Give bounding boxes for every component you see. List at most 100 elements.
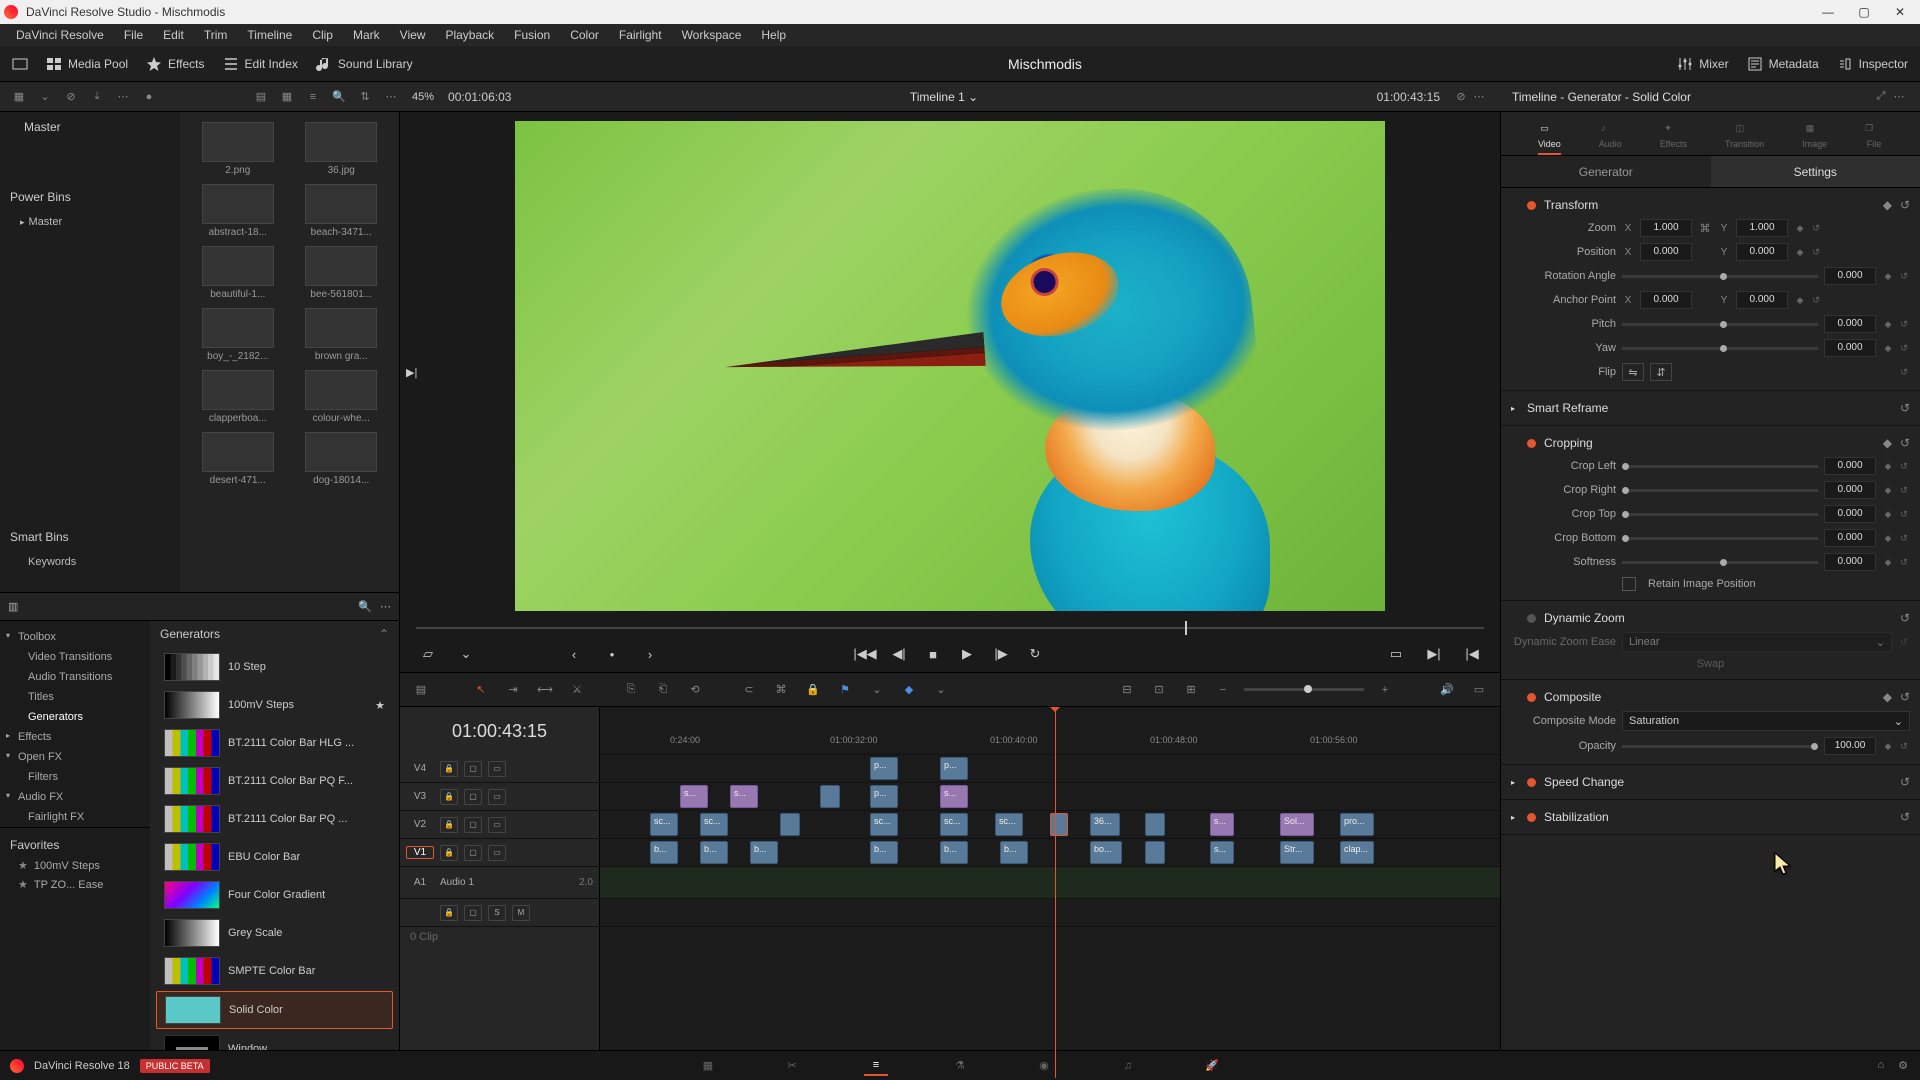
metadata-button[interactable]: Metadata (1747, 56, 1819, 72)
tree-filters[interactable]: Filters (0, 767, 150, 787)
timeline-clip[interactable]: b... (1000, 841, 1028, 864)
crop-left-input[interactable]: 0.000 (1824, 457, 1876, 475)
anchor-y-input[interactable]: 0.000 (1736, 291, 1788, 309)
match-frame-icon[interactable]: ▭ (1382, 642, 1410, 666)
rotation-slider[interactable] (1622, 275, 1818, 278)
menu-edit[interactable]: Edit (155, 25, 192, 45)
timeline-clip[interactable]: b... (700, 841, 728, 864)
timeline-clip[interactable]: clap... (1340, 841, 1374, 864)
play-button[interactable]: ▶ (953, 642, 981, 666)
viewer-scrubber[interactable] (416, 620, 1484, 636)
step-fwd-button[interactable]: |▶ (987, 642, 1015, 666)
track-head-v4[interactable]: V4🔒▢▭ (400, 755, 599, 783)
zoom-slider[interactable] (1244, 688, 1364, 691)
group-head-stabilization[interactable]: Stabilization↺ (1511, 806, 1910, 828)
timeline-clip[interactable]: s... (1210, 813, 1234, 836)
menu-playback[interactable]: Playback (437, 25, 502, 45)
more-icon[interactable]: ⋯ (380, 600, 391, 613)
timeline-clip[interactable]: b... (750, 841, 778, 864)
track-head-v2[interactable]: V2🔒▢▭ (400, 811, 599, 839)
menu-view[interactable]: View (392, 25, 434, 45)
flip-h-button[interactable]: ⇋ (1622, 363, 1644, 381)
sound-library-button[interactable]: Sound Library (316, 56, 413, 72)
pitch-slider[interactable] (1622, 323, 1818, 326)
generator-item[interactable]: BT.2111 Color Bar HLG ... (156, 725, 393, 761)
tree-openfx[interactable]: Open FX (0, 747, 150, 767)
tree-video-transitions[interactable]: Video Transitions (0, 647, 150, 667)
list-view-icon[interactable]: ≡ (304, 88, 322, 106)
tree-toolbox[interactable]: Toolbox (0, 627, 150, 647)
pos-y-input[interactable]: 0.000 (1736, 243, 1788, 261)
group-head-composite[interactable]: Composite◆↺ (1511, 686, 1910, 708)
timeline-clip[interactable]: sc... (700, 813, 728, 836)
timeline-clip[interactable]: sc... (940, 813, 968, 836)
audio-icon[interactable]: 🔊 (1436, 679, 1458, 701)
timeline-clip[interactable]: sc... (650, 813, 678, 836)
monitor-icon[interactable]: ▭ (1468, 679, 1490, 701)
link-icon[interactable]: ⌘ (1698, 222, 1712, 235)
more-icon[interactable]: ⋯ (382, 88, 400, 106)
menu-mark[interactable]: Mark (345, 25, 388, 45)
chevron-down-icon[interactable]: ⌄ (452, 642, 480, 666)
flip-v-button[interactable]: ⇵ (1650, 363, 1672, 381)
trim-tool-icon[interactable]: ⇥ (502, 679, 524, 701)
timeline-clip[interactable]: sc... (870, 813, 898, 836)
media-thumb[interactable]: brown gra... (294, 308, 390, 362)
media-thumb[interactable]: desert-471... (190, 432, 286, 486)
media-thumb[interactable]: colour-whe... (294, 370, 390, 424)
record-icon[interactable]: ● (140, 88, 158, 106)
page-color[interactable]: ◉ (1032, 1056, 1056, 1076)
media-thumb[interactable]: bee-561801... (294, 246, 390, 300)
track-a1[interactable] (600, 867, 1500, 899)
tree-audiofx[interactable]: Audio FX (0, 787, 150, 807)
menu-file[interactable]: File (116, 25, 151, 45)
selection-tool-icon[interactable]: ↖ (470, 679, 492, 701)
mixer-button[interactable]: Mixer (1677, 56, 1728, 72)
tree-generators[interactable]: Generators (0, 707, 150, 727)
thumb-view-icon[interactable]: ▦ (278, 88, 296, 106)
edit-index-button[interactable]: Edit Index (223, 56, 298, 72)
favorite-item[interactable]: 100mV Steps (0, 856, 150, 875)
smart-bin-keywords[interactable]: Keywords (0, 552, 180, 572)
group-head-speed-change[interactable]: Speed Change↺ (1511, 771, 1910, 793)
timeline-clip[interactable]: pro... (1340, 813, 1374, 836)
playhead[interactable] (1055, 707, 1056, 1078)
timeline-clip[interactable]: p... (870, 785, 898, 808)
insert-icon[interactable]: ⎘ (620, 679, 642, 701)
softness-input[interactable]: 0.000 (1824, 553, 1876, 571)
collapse-icon[interactable]: ⌃ (379, 627, 389, 641)
favorite-item[interactable]: TP ZO... Ease (0, 875, 150, 894)
go-in-icon[interactable]: ▶| (1420, 642, 1448, 666)
menu-color[interactable]: Color (562, 25, 607, 45)
crop-bottom-input[interactable]: 0.000 (1824, 529, 1876, 547)
media-thumb[interactable]: dog-18014... (294, 432, 390, 486)
track-v4[interactable]: p...p... (600, 755, 1500, 783)
rotation-input[interactable]: 0.000 (1824, 267, 1876, 285)
page-fairlight[interactable]: ♫ (1116, 1056, 1140, 1076)
timeline-clip[interactable]: 36... (1090, 813, 1120, 836)
generator-item[interactable]: 10 Step (156, 649, 393, 685)
track-v1[interactable]: b...b...b...b...b...b...bo...s...Str...c… (600, 839, 1500, 867)
timeline-clip[interactable]: s... (730, 785, 758, 808)
pos-x-input[interactable]: 0.000 (1640, 243, 1692, 261)
dz-ease-select[interactable]: Linear⌄ (1622, 632, 1892, 652)
track-a1b[interactable] (600, 899, 1500, 927)
marker-icon[interactable]: ◆ (898, 679, 920, 701)
media-thumb[interactable]: 36.jpg (294, 122, 390, 176)
generator-item[interactable]: Four Color Gradient (156, 877, 393, 913)
retain-checkbox[interactable] (1622, 577, 1636, 591)
go-out-icon[interactable]: |◀ (1458, 642, 1486, 666)
bin-view-icon[interactable]: ▦ (10, 88, 28, 106)
minimize-button[interactable]: — (1812, 2, 1844, 22)
media-thumb[interactable]: boy_-_2182... (190, 308, 286, 362)
go-start-button[interactable]: |◀◀ (851, 642, 879, 666)
loop-button[interactable]: ↻ (1021, 642, 1049, 666)
timeline-clip[interactable]: s... (940, 785, 968, 808)
power-bin-master[interactable]: Master (0, 212, 180, 232)
generator-item[interactable]: EBU Color Bar (156, 839, 393, 875)
bypass-icon[interactable]: ⊘ (1452, 88, 1470, 106)
menu-fairlight[interactable]: Fairlight (611, 25, 670, 45)
chevron-down-icon[interactable]: ⌄ (930, 679, 952, 701)
crop-bottom-slider[interactable] (1622, 537, 1818, 540)
timeline-clip[interactable]: p... (870, 757, 898, 780)
